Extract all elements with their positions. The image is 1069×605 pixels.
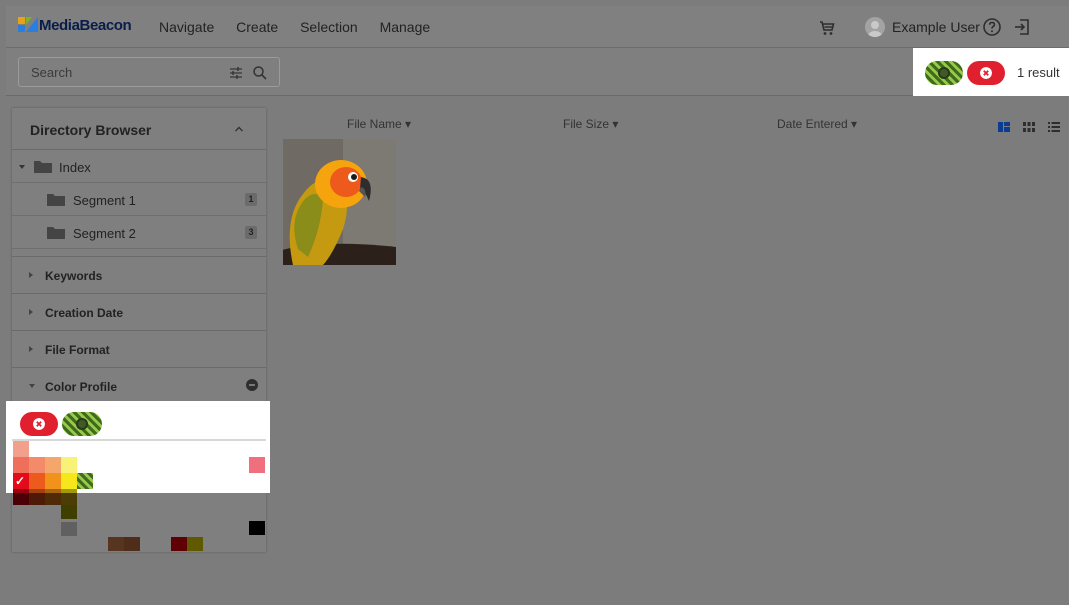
color-swatch-selected[interactable]: ✓ — [13, 473, 29, 489]
directory-browser-header[interactable]: Directory Browser — [12, 108, 266, 150]
count-badge: 1 — [245, 193, 257, 206]
color-swatch[interactable] — [13, 493, 29, 505]
nav-navigate[interactable]: Navigate — [159, 19, 214, 35]
color-swatch[interactable] — [61, 473, 77, 489]
clear-color-button[interactable] — [20, 412, 58, 436]
close-circle-icon — [33, 418, 45, 430]
column-header-file-size[interactable]: File Size ▾ — [563, 117, 618, 131]
user-silhouette-icon — [868, 21, 882, 37]
search-icon[interactable] — [252, 65, 268, 81]
cart-icon[interactable] — [818, 19, 836, 37]
facet-label: Creation Date — [45, 306, 124, 320]
clear-filter-button[interactable] — [967, 61, 1005, 85]
tree-label: Segment 2 — [73, 226, 136, 241]
tree-item-index[interactable]: Index — [12, 150, 266, 183]
nav-selection[interactable]: Selection — [300, 19, 358, 35]
color-swatch[interactable] — [249, 457, 265, 473]
color-swatch[interactable] — [171, 537, 187, 551]
color-swatch[interactable] — [45, 473, 61, 489]
caret-right-icon — [29, 309, 33, 315]
grid-view-icon[interactable] — [1023, 122, 1035, 132]
color-swatch[interactable] — [29, 489, 45, 493]
logo-text: MediaBeacon — [39, 17, 132, 34]
facet-creation-date[interactable]: Creation Date — [12, 293, 266, 330]
color-filter-chip[interactable] — [925, 61, 963, 85]
close-circle-icon — [980, 67, 992, 79]
top-navigation-bar: MediaBeacon Navigate Create Selection Ma… — [6, 6, 1069, 48]
color-swatch[interactable] — [108, 537, 124, 551]
color-swatch[interactable] — [13, 441, 29, 457]
color-swatch[interactable] — [29, 493, 45, 505]
search-input[interactable]: Search — [18, 57, 280, 87]
parrot-image — [283, 139, 396, 265]
mediabeacon-logo[interactable]: MediaBeacon — [18, 17, 132, 34]
remove-filter-icon[interactable] — [246, 379, 258, 391]
search-toolbar: Search — [6, 48, 1069, 96]
color-swatch[interactable] — [61, 457, 77, 473]
asset-thumbnail[interactable] — [283, 139, 396, 265]
logo-icon — [18, 17, 38, 32]
color-filter-dot-icon — [76, 418, 88, 430]
color-swatch-hatched[interactable] — [77, 473, 93, 489]
tree-label: Index — [59, 160, 91, 175]
color-swatch[interactable] — [29, 473, 45, 489]
color-swatch[interactable] — [45, 457, 61, 473]
color-filter-dot-icon — [938, 67, 950, 79]
caret-down-icon — [29, 384, 35, 388]
color-swatch[interactable] — [61, 493, 77, 505]
masonry-view-icon[interactable] — [998, 122, 1010, 132]
chevron-up-icon[interactable] — [234, 124, 244, 134]
folder-icon — [34, 161, 52, 173]
check-icon: ✓ — [15, 474, 26, 488]
color-swatch[interactable] — [45, 489, 61, 493]
help-icon[interactable] — [982, 17, 1002, 37]
nav-create[interactable]: Create — [236, 19, 278, 35]
column-header-date-entered[interactable]: Date Entered ▾ — [777, 117, 857, 131]
user-name[interactable]: Example User — [892, 19, 980, 35]
logout-icon[interactable] — [1012, 17, 1032, 37]
color-swatch[interactable] — [249, 521, 265, 535]
active-filters-panel: 1 result — [913, 48, 1069, 96]
nav-manage[interactable]: Manage — [380, 19, 431, 35]
color-swatch[interactable] — [124, 537, 140, 551]
facet-label: Keywords — [45, 269, 103, 283]
color-swatch[interactable] — [61, 489, 77, 493]
color-swatch[interactable] — [13, 457, 29, 473]
caret-right-icon — [29, 272, 33, 278]
selected-color-chip[interactable] — [62, 412, 102, 436]
facet-file-format[interactable]: File Format — [12, 330, 266, 367]
filter-sliders-icon[interactable] — [228, 65, 244, 81]
color-swatch[interactable] — [45, 493, 61, 505]
directory-browser-title: Directory Browser — [30, 122, 152, 138]
main-nav: Navigate Create Selection Manage — [159, 19, 448, 35]
color-profile-picker: ✓ — [6, 401, 270, 493]
divider — [12, 439, 266, 441]
facet-label: Color Profile — [45, 380, 118, 394]
color-swatch[interactable] — [61, 505, 77, 519]
column-header-file-name[interactable]: File Name ▾ — [347, 117, 411, 131]
search-placeholder: Search — [31, 65, 73, 80]
count-badge: 3 — [245, 226, 257, 239]
color-swatch[interactable] — [61, 522, 77, 536]
facet-color-profile[interactable]: Color Profile — [12, 367, 266, 404]
user-avatar[interactable] — [865, 17, 885, 37]
result-count: 1 result — [1017, 65, 1060, 80]
folder-icon — [47, 227, 65, 239]
color-swatch[interactable] — [29, 457, 45, 473]
facet-label: File Format — [45, 343, 110, 357]
tree-item-segment-2[interactable]: Segment 2 3 — [12, 216, 266, 249]
color-swatch[interactable] — [187, 537, 203, 551]
caret-right-icon — [29, 346, 33, 352]
facet-keywords[interactable]: Keywords — [12, 256, 266, 293]
list-view-icon[interactable] — [1048, 122, 1060, 132]
tree-label: Segment 1 — [73, 193, 136, 208]
color-swatch[interactable] — [13, 489, 29, 493]
caret-down-icon[interactable] — [18, 163, 26, 171]
tree-item-segment-1[interactable]: Segment 1 1 — [12, 183, 266, 216]
folder-icon — [47, 194, 65, 206]
